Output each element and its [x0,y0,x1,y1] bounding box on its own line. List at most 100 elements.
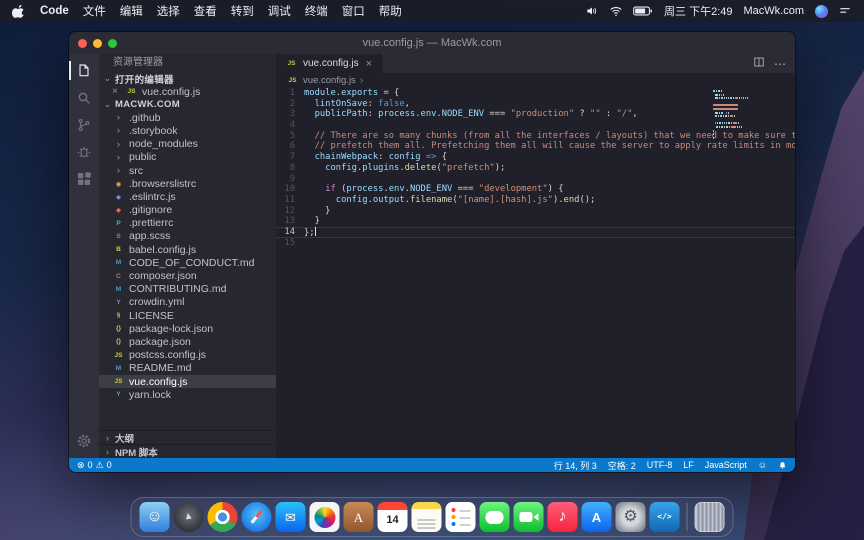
file-item[interactable]: JSpostcss.config.js [99,349,276,362]
chrome-icon[interactable] [208,502,238,532]
mail-icon[interactable]: ✉ [276,502,306,532]
file-item[interactable]: Sapp.scss [99,230,276,243]
open-editor-item[interactable]: JSvue.config.js [99,85,276,98]
file-item[interactable]: ◆.gitignore [99,204,276,217]
file-item[interactable]: ◆.eslintrc.js [99,190,276,203]
code-line[interactable]: 13 } [276,216,795,227]
status-item[interactable]: UTF-8 [647,460,673,470]
close-file-icon[interactable] [112,86,121,97]
messages-icon[interactable] [480,502,510,532]
file-item[interactable]: {}package.json [99,335,276,348]
minimap[interactable] [713,90,793,144]
file-item[interactable]: Ycrowdin.yml [99,296,276,309]
reminders-icon[interactable] [446,502,476,532]
folder-item[interactable]: .github [99,111,276,124]
split-editor-icon[interactable] [753,55,765,73]
menu-item[interactable]: 帮助 [379,3,402,19]
code-line[interactable]: 11 config.output.filename("[name].[hash]… [276,195,795,206]
status-item[interactable]: JavaScript [705,460,747,470]
settings-icon[interactable]: ⚙ [616,502,646,532]
npm-scripts-section[interactable]: NPM 脚本 [99,444,276,458]
apple-menu-icon[interactable] [12,4,26,18]
extensions-icon[interactable] [69,165,99,192]
menu-clock[interactable]: 周三 下午2:49 [664,3,732,19]
books-icon[interactable]: A [344,502,374,532]
code-line[interactable]: 8 config.plugins.delete("prefetch"); [276,163,795,174]
source-control-icon[interactable] [69,111,99,138]
zoom-window-button[interactable] [108,39,117,48]
calendar-icon[interactable]: 14 [378,502,408,532]
menu-item[interactable]: 终端 [305,3,328,19]
folder-item[interactable]: node_modules [99,138,276,151]
launchpad-icon[interactable]: ▲ [174,502,204,532]
menu-account[interactable]: MacWk.com [744,5,805,17]
sidebar-explorer: 资源管理器 打开的编辑器 JSvue.config.js MACWK.COM .… [99,54,276,458]
file-item[interactable]: JSvue.config.js [99,375,276,388]
file-item[interactable]: P.prettierrc [99,217,276,230]
folder-item[interactable]: .storybook [99,124,276,137]
breadcrumb[interactable]: vue.config.js [276,73,795,87]
file-item[interactable]: {}package-lock.json [99,322,276,335]
menu-item[interactable]: 转到 [231,3,254,19]
menu-item[interactable]: 窗口 [342,3,365,19]
minimize-window-button[interactable] [93,39,102,48]
status-item[interactable]: LF [683,460,694,470]
file-item[interactable]: MCODE_OF_CONDUCT.md [99,256,276,269]
more-actions-icon[interactable] [774,57,786,71]
vscode-icon[interactable]: </> [650,502,680,532]
code-line[interactable]: 12 } [276,206,795,217]
close-window-button[interactable] [78,39,87,48]
file-item[interactable]: §LICENSE [99,309,276,322]
file-item[interactable]: Bbabel.config.js [99,243,276,256]
siri-icon[interactable] [815,5,828,18]
window-titlebar[interactable]: vue.config.js — MacWk.com [69,32,795,54]
battery-icon[interactable] [633,5,653,17]
outline-section[interactable]: 大纲 [99,430,276,444]
file-item[interactable]: ◉.browserslistrc [99,177,276,190]
explorer-icon[interactable] [69,57,99,84]
app-menu[interactable]: Code [40,5,69,17]
settings-icon[interactable] [69,427,99,454]
file-item[interactable]: Yyarn.lock [99,388,276,401]
code-text: config.plugins.delete("prefetch"); [304,163,505,174]
debug-icon[interactable] [69,138,99,165]
facetime-icon[interactable] [514,502,544,532]
code-line[interactable]: 10 if (process.env.NODE_ENV === "develop… [276,184,795,195]
menu-item[interactable]: 调试 [268,3,291,19]
folder-item[interactable]: public [99,151,276,164]
close-tab-icon[interactable] [366,58,372,70]
code-line[interactable]: 14}; [276,227,795,238]
file-item[interactable]: MREADME.md [99,362,276,375]
menu-item[interactable]: 查看 [194,3,217,19]
open-editors-header[interactable]: 打开的编辑器 [99,72,276,85]
folder-item[interactable]: src [99,164,276,177]
status-item[interactable]: 空格: 2 [608,459,636,472]
trash-icon[interactable] [695,502,725,532]
notes-icon[interactable] [412,502,442,532]
finder-icon[interactable]: ☺ [140,502,170,532]
notifications-bell-icon[interactable] [778,461,787,470]
code-line[interactable]: 15 [276,238,795,249]
photos-icon[interactable] [310,502,340,532]
feedback-smiley-icon[interactable] [758,461,767,470]
file-item[interactable]: MCONTRIBUTING.md [99,283,276,296]
search-icon[interactable] [69,84,99,111]
volume-icon[interactable] [585,4,599,18]
safari-icon[interactable] [242,502,272,532]
music-icon[interactable]: ♪ [548,502,578,532]
menu-item[interactable]: 文件 [83,3,106,19]
code-line[interactable]: 9 [276,174,795,185]
notification-list-icon[interactable] [838,4,852,18]
appstore-icon[interactable]: A [582,502,612,532]
wifi-icon[interactable] [609,4,623,18]
folder-root-header[interactable]: MACWK.COM [99,98,276,111]
tab-vue-config-js[interactable]: vue.config.js [276,54,382,73]
menu-item[interactable]: 选择 [157,3,180,19]
breadcrumb-item[interactable]: vue.config.js [303,75,356,86]
code-editor[interactable]: 1module.exports = {2 lintOnSave: false,3… [276,87,795,458]
code-line[interactable]: 7 chainWebpack: config => { [276,152,795,163]
problems-status[interactable]: 0 0 [77,460,112,470]
menu-item[interactable]: 编辑 [120,3,143,19]
file-item[interactable]: Ccomposer.json [99,269,276,282]
status-item[interactable]: 行 14, 列 3 [554,459,597,472]
